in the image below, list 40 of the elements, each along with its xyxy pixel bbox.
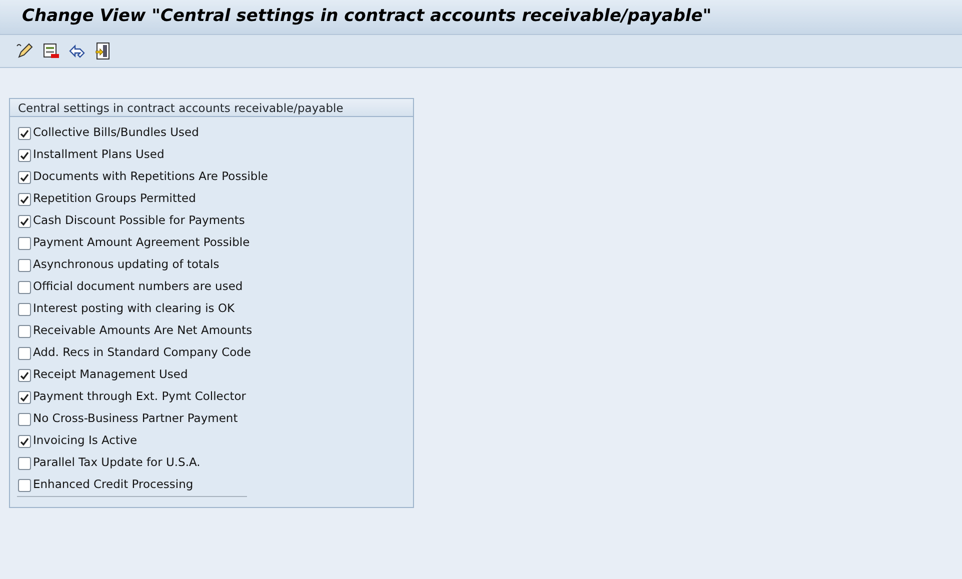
checkbox[interactable]	[18, 192, 31, 206]
checkbox[interactable]	[18, 346, 31, 360]
checkbox[interactable]	[18, 258, 31, 272]
checkbox[interactable]	[18, 302, 31, 316]
checkbox-label: Official document numbers are used	[33, 278, 243, 296]
checkbox-label: Cash Discount Possible for Payments	[33, 212, 245, 230]
checkbox-label: Repetition Groups Permitted	[33, 190, 196, 208]
checkbox[interactable]	[18, 280, 31, 294]
checkbox[interactable]	[18, 390, 31, 404]
checkbox[interactable]	[18, 214, 31, 228]
checkbox[interactable]	[18, 412, 31, 426]
checkbox-label: Parallel Tax Update for U.S.A.	[33, 454, 200, 472]
checkbox[interactable]	[18, 324, 31, 338]
checkbox-label: No Cross-Business Partner Payment	[33, 410, 238, 428]
checkbox-label: Asynchronous updating of totals	[33, 256, 220, 274]
checkbox-label: Receivable Amounts Are Net Amounts	[33, 322, 252, 340]
group-title: Central settings in contract accounts receivable/payable	[10, 99, 413, 117]
checkbox-label: Payment Amount Agreement Possible	[33, 234, 250, 252]
checkbox[interactable]	[18, 478, 31, 492]
checkbox[interactable]	[18, 368, 31, 382]
checkbox-label: Invoicing Is Active	[33, 432, 138, 450]
checkbox-label: Add. Recs in Standard Company Code	[33, 344, 252, 362]
checkbox-label: Payment through Ext. Pymt Collector	[33, 388, 246, 406]
checkbox-label: Installment Plans Used	[33, 146, 164, 164]
undo-icon[interactable]	[68, 42, 86, 60]
checkbox[interactable]	[18, 236, 31, 250]
checkbox[interactable]	[18, 456, 31, 470]
checkbox[interactable]	[18, 126, 31, 140]
checkbox-label: Interest posting with clearing is OK	[33, 300, 235, 318]
checkbox[interactable]	[18, 148, 31, 162]
document-icon[interactable]	[94, 42, 112, 60]
checkbox-label: Collective Bills/Bundles Used	[33, 124, 199, 142]
pencil-icon[interactable]	[16, 42, 34, 60]
checkbox[interactable]	[18, 434, 31, 448]
checkbox[interactable]	[18, 170, 31, 184]
checkbox-label: Enhanced Credit Processing	[33, 476, 194, 494]
checkbox-label: Receipt Management Used	[33, 366, 188, 384]
table-icon[interactable]	[42, 42, 60, 60]
checkbox-label: Documents with Repetitions Are Possible	[33, 168, 268, 186]
window-title: Change View "Central settings in contract accounts receivable/payable"	[22, 6, 713, 26]
